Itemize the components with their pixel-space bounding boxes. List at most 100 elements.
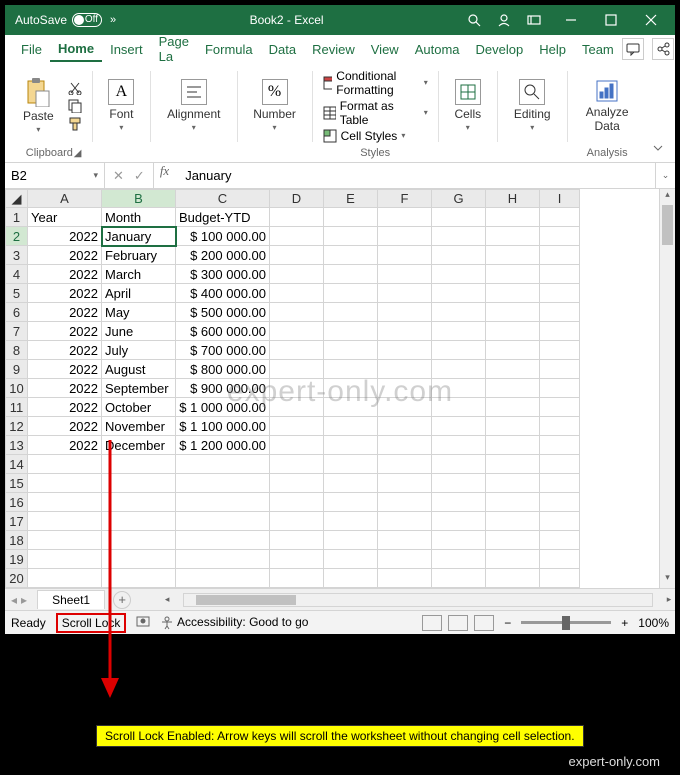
cell-B7[interactable]: June xyxy=(102,322,176,341)
hscroll-left[interactable]: ◂ xyxy=(161,594,173,605)
number-button[interactable]: % Number ▾ xyxy=(247,77,302,134)
row-header-17[interactable]: 17 xyxy=(6,512,28,531)
col-header-C[interactable]: C xyxy=(176,190,270,208)
cell-D2[interactable] xyxy=(270,227,324,246)
cell-B12[interactable]: November xyxy=(102,417,176,436)
tab-pagelayout[interactable]: Page La xyxy=(151,30,197,68)
comments-button[interactable] xyxy=(622,38,644,60)
cell-I1[interactable] xyxy=(540,208,580,227)
sheet-tab[interactable]: Sheet1 xyxy=(37,590,105,609)
row-header-19[interactable]: 19 xyxy=(6,550,28,569)
cell-A8[interactable]: 2022 xyxy=(28,341,102,360)
tab-formulas[interactable]: Formula xyxy=(197,38,261,61)
cell-E12[interactable] xyxy=(324,417,378,436)
cell-G20[interactable] xyxy=(432,569,486,588)
cell-I18[interactable] xyxy=(540,531,580,550)
col-header-B[interactable]: B xyxy=(102,190,176,208)
cell-C8[interactable]: $ 700 000.00 xyxy=(176,341,270,360)
tab-insert[interactable]: Insert xyxy=(102,38,151,61)
cell-A10[interactable]: 2022 xyxy=(28,379,102,398)
cell-C13[interactable]: $ 1 200 000.00 xyxy=(176,436,270,455)
cell-F5[interactable] xyxy=(378,284,432,303)
cell-C4[interactable]: $ 300 000.00 xyxy=(176,265,270,284)
zoom-out-button[interactable]: − xyxy=(504,616,511,630)
cell-D14[interactable] xyxy=(270,455,324,474)
tab-team[interactable]: Team xyxy=(574,38,622,61)
cell-A9[interactable]: 2022 xyxy=(28,360,102,379)
row-header-2[interactable]: 2 xyxy=(6,227,28,246)
cell-E9[interactable] xyxy=(324,360,378,379)
cell-I17[interactable] xyxy=(540,512,580,531)
cell-B5[interactable]: April xyxy=(102,284,176,303)
col-header-D[interactable]: D xyxy=(270,190,324,208)
cell-A7[interactable]: 2022 xyxy=(28,322,102,341)
col-header-H[interactable]: H xyxy=(486,190,540,208)
cell-H16[interactable] xyxy=(486,493,540,512)
cell-I8[interactable] xyxy=(540,341,580,360)
cell-H4[interactable] xyxy=(486,265,540,284)
analyze-data-button[interactable]: Analyze Data xyxy=(577,76,637,134)
scroll-thumb[interactable] xyxy=(662,205,673,245)
cell-D20[interactable] xyxy=(270,569,324,588)
cell-C2[interactable]: $ 100 000.00 xyxy=(176,227,270,246)
row-header-8[interactable]: 8 xyxy=(6,341,28,360)
format-as-table-button[interactable]: Format as Table ▾ xyxy=(323,99,428,127)
cell-D1[interactable] xyxy=(270,208,324,227)
tab-home[interactable]: Home xyxy=(50,37,102,62)
cell-G7[interactable] xyxy=(432,322,486,341)
cell-D19[interactable] xyxy=(270,550,324,569)
cell-D3[interactable] xyxy=(270,246,324,265)
cell-F8[interactable] xyxy=(378,341,432,360)
cell-C12[interactable]: $ 1 100 000.00 xyxy=(176,417,270,436)
cell-G1[interactable] xyxy=(432,208,486,227)
account-icon[interactable] xyxy=(497,13,511,27)
zoom-slider[interactable] xyxy=(521,621,611,624)
cell-I20[interactable] xyxy=(540,569,580,588)
cell-G6[interactable] xyxy=(432,303,486,322)
col-header-F[interactable]: F xyxy=(378,190,432,208)
cell-D8[interactable] xyxy=(270,341,324,360)
macro-record-icon[interactable] xyxy=(136,614,150,631)
cell-I15[interactable] xyxy=(540,474,580,493)
cell-B20[interactable] xyxy=(102,569,176,588)
cell-C1[interactable]: Budget-YTD xyxy=(176,208,270,227)
zoom-in-button[interactable]: + xyxy=(621,616,628,630)
search-icon[interactable] xyxy=(467,13,481,27)
minimize-button[interactable] xyxy=(551,5,591,35)
cell-B18[interactable] xyxy=(102,531,176,550)
row-header-11[interactable]: 11 xyxy=(6,398,28,417)
cell-C18[interactable] xyxy=(176,531,270,550)
row-header-3[interactable]: 3 xyxy=(6,246,28,265)
cell-F9[interactable] xyxy=(378,360,432,379)
cell-D11[interactable] xyxy=(270,398,324,417)
name-box[interactable]: B2 xyxy=(5,163,105,188)
cell-H17[interactable] xyxy=(486,512,540,531)
view-pagebreak-button[interactable] xyxy=(474,615,494,631)
conditional-formatting-button[interactable]: Conditional Formatting ▾ xyxy=(323,69,428,97)
cell-B3[interactable]: February xyxy=(102,246,176,265)
cancel-formula-icon[interactable]: ✕ xyxy=(113,168,124,184)
cell-H14[interactable] xyxy=(486,455,540,474)
cell-C16[interactable] xyxy=(176,493,270,512)
cell-I14[interactable] xyxy=(540,455,580,474)
cell-A19[interactable] xyxy=(28,550,102,569)
autosave-toggle[interactable]: AutoSave Off xyxy=(15,13,102,27)
col-header-E[interactable]: E xyxy=(324,190,378,208)
cell-E16[interactable] xyxy=(324,493,378,512)
copy-icon[interactable] xyxy=(68,99,82,113)
window-options-icon[interactable] xyxy=(527,13,541,27)
cell-B10[interactable]: September xyxy=(102,379,176,398)
close-button[interactable] xyxy=(631,5,671,35)
qat-overflow[interactable]: » xyxy=(110,14,116,26)
cell-E8[interactable] xyxy=(324,341,378,360)
cell-F16[interactable] xyxy=(378,493,432,512)
cell-D18[interactable] xyxy=(270,531,324,550)
cell-F15[interactable] xyxy=(378,474,432,493)
editing-button[interactable]: Editing ▾ xyxy=(508,77,557,134)
cell-E18[interactable] xyxy=(324,531,378,550)
hscroll-right[interactable]: ▸ xyxy=(663,594,675,605)
cell-C15[interactable] xyxy=(176,474,270,493)
cell-G17[interactable] xyxy=(432,512,486,531)
cell-I2[interactable] xyxy=(540,227,580,246)
cell-B1[interactable]: Month xyxy=(102,208,176,227)
